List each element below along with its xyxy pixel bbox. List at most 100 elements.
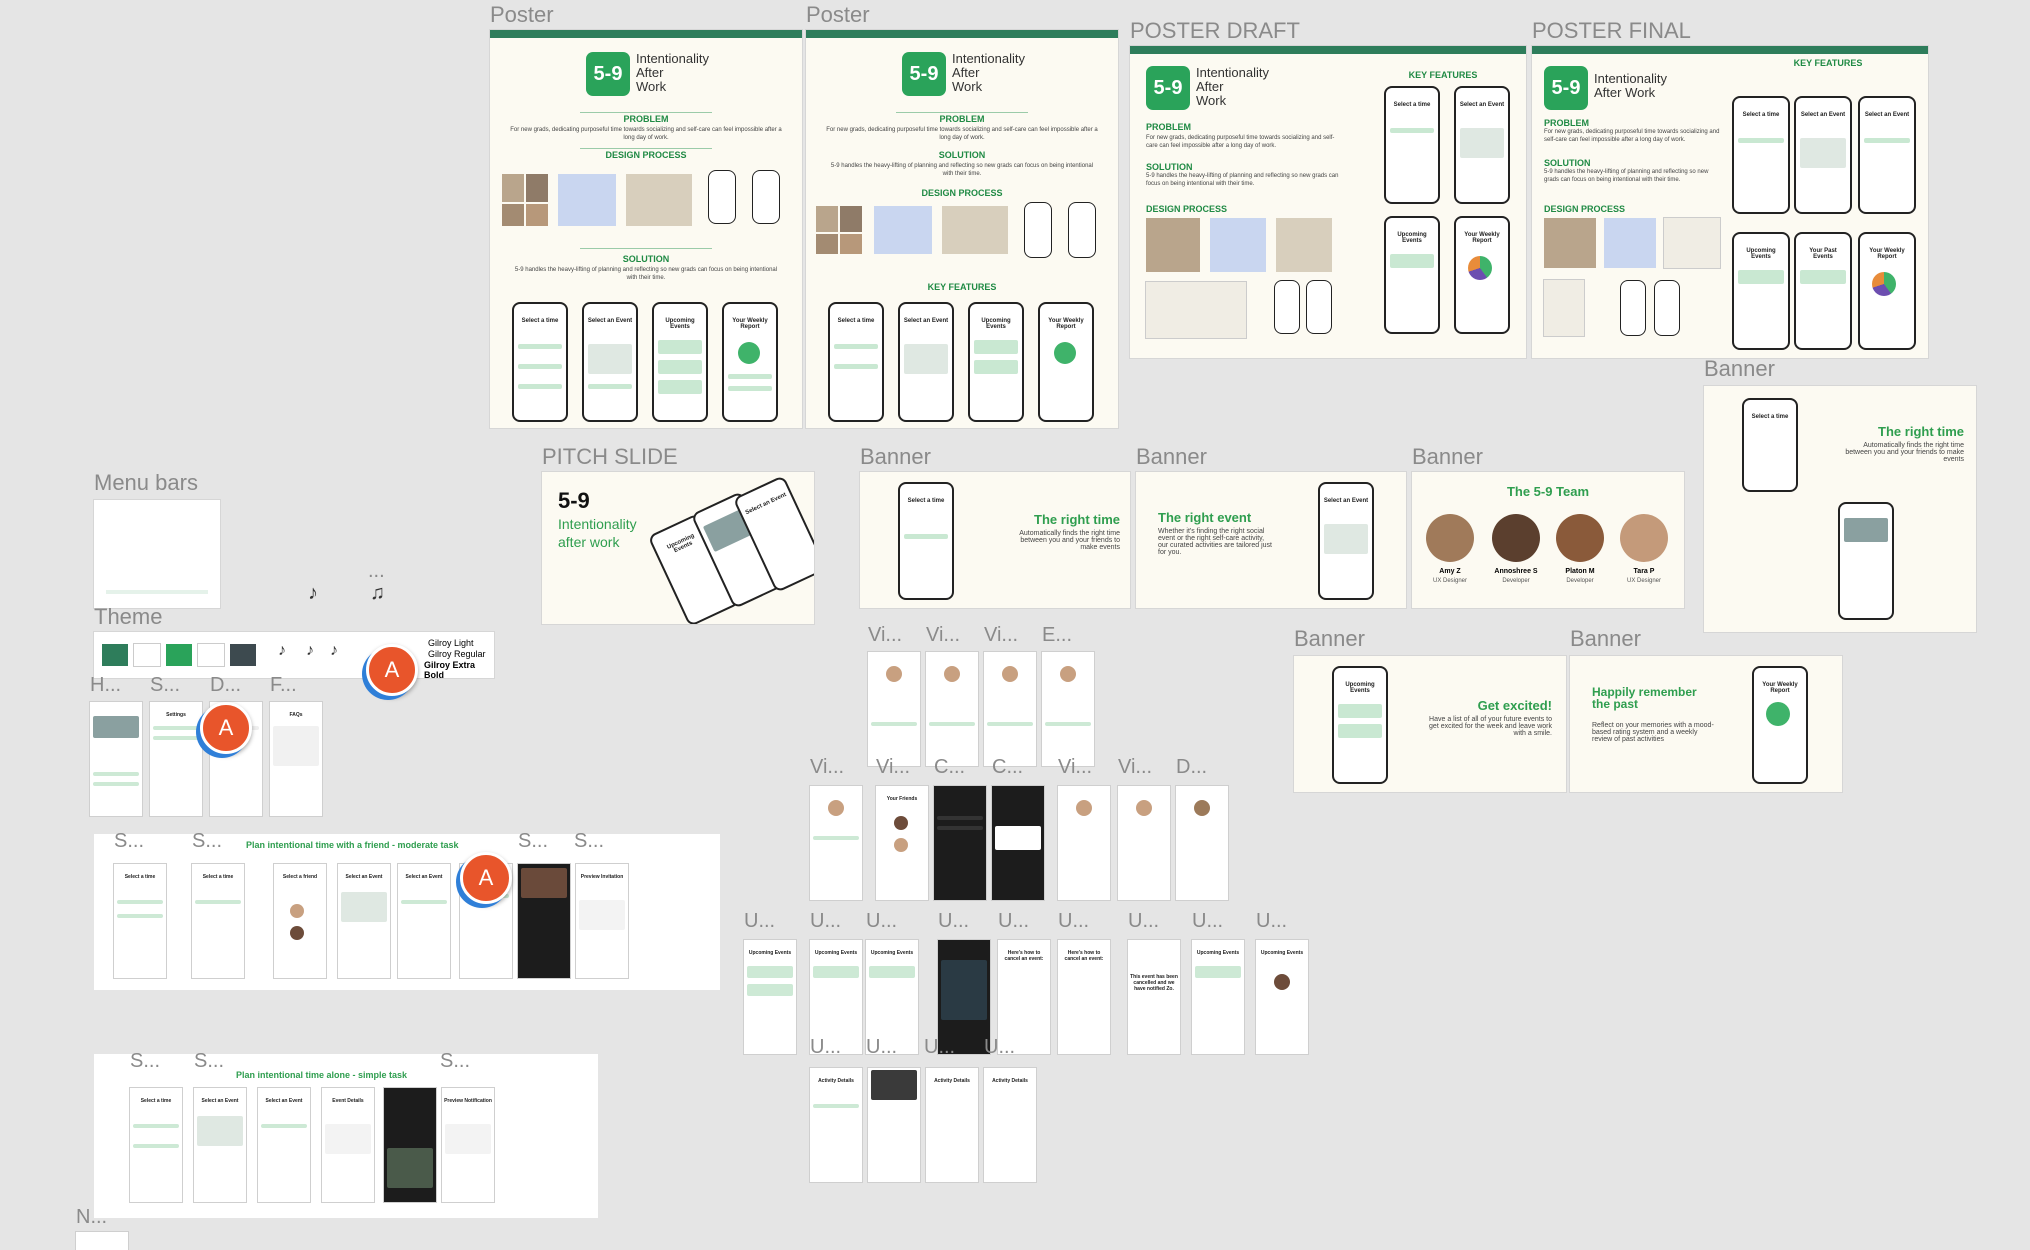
frame-label-s[interactable]: S... (440, 1050, 470, 1073)
frame-label-s[interactable]: S... (574, 830, 604, 853)
frame-label-poster-final[interactable]: POSTER FINAL (1532, 18, 1691, 44)
pitch-slide-frame[interactable]: 5-9 Intentionality after work Upcoming E… (542, 472, 814, 624)
banner-right-event[interactable]: The right event Whether it's finding the… (1136, 472, 1406, 608)
screen-activity-details[interactable]: Activity Details (926, 1068, 978, 1182)
banner-team[interactable]: The 5-9 Team Amy Z UX Designer Annoshree… (1412, 472, 1684, 608)
frame-label-u[interactable]: U... (1128, 910, 1159, 933)
frame-label-poster[interactable]: Poster (490, 2, 554, 28)
collaborator-avatar[interactable]: A (460, 852, 512, 904)
frame-label-f[interactable]: F... (270, 674, 297, 697)
screen-activity-details[interactable]: Activity Details (984, 1068, 1036, 1182)
frame-label-vi[interactable]: Vi... (1118, 756, 1152, 779)
frame-label-banner[interactable]: Banner (1704, 356, 1775, 382)
screen-view-profile[interactable] (926, 652, 978, 766)
screen-event-details[interactable]: Event Details (322, 1088, 374, 1202)
frame-label-banner[interactable]: Banner (1136, 444, 1207, 470)
frame-label-banner[interactable]: Banner (860, 444, 931, 470)
frame-label-c[interactable]: C... (992, 756, 1023, 779)
screen-select-event[interactable]: Select an Event (194, 1088, 246, 1202)
banner-remember-past[interactable]: Happily remember the past Reflect on you… (1570, 656, 1842, 792)
frame-label-d[interactable]: D... (210, 674, 241, 697)
frame-label-s[interactable]: S... (192, 830, 222, 853)
frame-label-vi[interactable]: Vi... (926, 624, 960, 647)
frame-label-poster-draft[interactable]: POSTER DRAFT (1130, 18, 1300, 44)
screen-contacts-dark[interactable] (992, 786, 1044, 900)
theme-frame[interactable]: ♪ ♪ ♪ Gilroy Light Gilroy Regular Gilroy… (94, 632, 494, 678)
collaborator-avatar[interactable]: A (366, 644, 418, 696)
frame-label-u[interactable]: U... (866, 1036, 897, 1059)
frame-label-u[interactable]: U... (810, 1036, 841, 1059)
frame-label-s[interactable]: S... (194, 1050, 224, 1073)
frame-label-vi[interactable]: Vi... (1058, 756, 1092, 779)
screen-select-event[interactable]: Select an Event (338, 864, 390, 978)
frame-label-c[interactable]: C... (934, 756, 965, 779)
screen-view-profile[interactable] (1118, 786, 1170, 900)
frame-label-banner[interactable]: Banner (1412, 444, 1483, 470)
poster-frame-2[interactable]: 5-9 Intentionality After Work PROBLEM Fo… (806, 30, 1118, 428)
screen-cancelled[interactable]: This event has been cancelled and we hav… (1128, 940, 1180, 1054)
screen-activity-photo[interactable] (868, 1068, 920, 1182)
frame-label-vi[interactable]: Vi... (876, 756, 910, 779)
screen-cancel-help[interactable]: Here's how to cancel an event: (1058, 940, 1110, 1054)
frame-label-s[interactable]: S... (518, 830, 548, 853)
frame-label-pitch-slide[interactable]: PITCH SLIDE (542, 444, 678, 470)
frame-label-u[interactable]: U... (866, 910, 897, 933)
frame-label-h[interactable]: H... (90, 674, 121, 697)
faq-screen[interactable]: FAQs (270, 702, 322, 816)
screen-event-photo[interactable] (384, 1088, 436, 1202)
screen-your-friends[interactable]: Your Friends (876, 786, 928, 900)
screen-upcoming[interactable]: Upcoming Events (744, 940, 796, 1054)
moderate-task-flow[interactable]: Plan intentional time with a friend - mo… (94, 830, 720, 990)
screen-select-friend[interactable]: Select a friend (274, 864, 326, 978)
screen-view-profile[interactable] (984, 652, 1036, 766)
screen-upcoming[interactable]: Upcoming Events (1256, 940, 1308, 1054)
frame-label-e[interactable]: E... (1042, 624, 1072, 647)
frame-label-banner[interactable]: Banner (1294, 626, 1365, 652)
frame-label-u[interactable]: U... (1192, 910, 1223, 933)
frame-label-s[interactable]: S... (130, 1050, 160, 1073)
frame-label-n[interactable]: N... (76, 1206, 107, 1229)
screen-view-profile[interactable] (1058, 786, 1110, 900)
screen-select-time[interactable]: Select a time (114, 864, 166, 978)
screen-activity-details[interactable]: Activity Details (810, 1068, 862, 1182)
poster-frame-1[interactable]: 5-9 Intentionality After Work PROBLEM Fo… (490, 30, 802, 428)
screen-view-profile[interactable] (810, 786, 862, 900)
screen-edit-profile[interactable] (1042, 652, 1094, 766)
screen-select-time[interactable]: Select a time (192, 864, 244, 978)
frame-label-banner[interactable]: Banner (1570, 626, 1641, 652)
frame-label-u[interactable]: U... (938, 910, 969, 933)
frame-label-vi[interactable]: Vi... (810, 756, 844, 779)
frame-label-vi[interactable]: Vi... (868, 624, 902, 647)
frame-label-u[interactable]: U... (1256, 910, 1287, 933)
frame-label-u[interactable]: U... (924, 1036, 955, 1059)
screen-event-photo[interactable] (518, 864, 570, 978)
screen-view-profile[interactable] (868, 652, 920, 766)
screen-select-event[interactable]: Select an Event (398, 864, 450, 978)
screen-preview-invitation[interactable]: Preview Invitation (576, 864, 628, 978)
screen-select-event[interactable]: Select an Event (258, 1088, 310, 1202)
frame-label-s[interactable]: S... (114, 830, 144, 853)
screen-n[interactable] (76, 1232, 128, 1250)
banner-right-time-vertical[interactable]: Select a time The right time Automatical… (1704, 386, 1976, 632)
banner-get-excited[interactable]: Upcoming Events Get excited! Have a list… (1294, 656, 1566, 792)
frame-label-s[interactable]: S... (150, 674, 180, 697)
settings-screen[interactable]: Settings (150, 702, 202, 816)
frame-label-vi[interactable]: Vi... (984, 624, 1018, 647)
screen-select-time[interactable]: Select a time (130, 1088, 182, 1202)
frame-label-u[interactable]: U... (984, 1036, 1015, 1059)
frame-label-menu-bars[interactable]: Menu bars (94, 470, 198, 496)
frame-label-u[interactable]: U... (998, 910, 1029, 933)
frame-label-poster[interactable]: Poster (806, 2, 870, 28)
screen-upcoming[interactable]: Upcoming Events (1192, 940, 1244, 1054)
frame-label-theme[interactable]: Theme (94, 604, 162, 630)
menu-bars-frame[interactable] (94, 500, 220, 608)
frame-label-d[interactable]: D... (1176, 756, 1207, 779)
banner-right-time[interactable]: Select a time The right time Automatical… (860, 472, 1130, 608)
poster-draft-frame[interactable]: 5-9 Intentionality After Work PROBLEM Fo… (1130, 46, 1526, 358)
home-screen[interactable] (90, 702, 142, 816)
screen-preview-notification[interactable]: Preview Notification (442, 1088, 494, 1202)
collaborator-avatar[interactable]: A (200, 702, 252, 754)
frame-label-u[interactable]: U... (744, 910, 775, 933)
simple-task-flow[interactable]: S... S... S... Plan intentional time alo… (94, 1050, 598, 1218)
screen-detail[interactable] (1176, 786, 1228, 900)
